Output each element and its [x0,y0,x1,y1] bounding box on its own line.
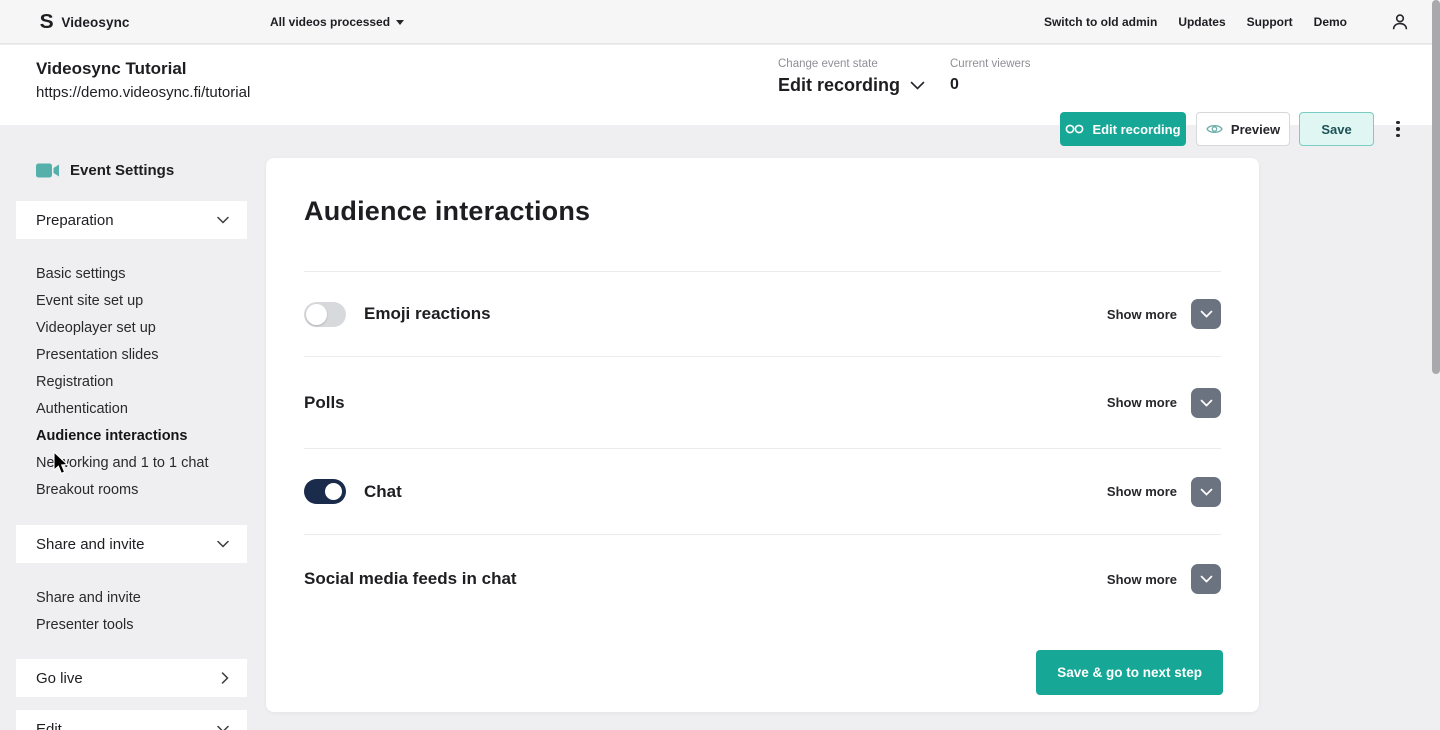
current-viewers-count: 0 [950,76,1031,94]
chevron-down-icon [217,540,229,548]
edit-recording-button[interactable]: Edit recording [1060,112,1186,146]
link-updates[interactable]: Updates [1178,15,1225,29]
event-header: Videosync Tutorial https://demo.videosyn… [0,45,1440,125]
feature-row-chat: Chat Show more [304,449,1221,535]
audience-interactions-panel: Audience interactions Emoji reactions Sh… [266,158,1259,712]
expand-chevron-button[interactable] [1191,564,1221,594]
expand-chevron-button[interactable] [1191,388,1221,418]
event-url: https://demo.videosync.fi/tutorial [36,84,250,101]
sidebar-item-presenter-tools[interactable]: Presenter tools [36,612,247,639]
show-more-link[interactable]: Show more [1107,395,1177,410]
caret-down-icon [396,20,404,25]
event-title-block: Videosync Tutorial https://demo.videosyn… [36,59,250,101]
scrollbar-thumb[interactable] [1432,0,1440,374]
header-buttons: Edit recording Preview Save [1060,112,1407,146]
event-state-label: Change event state [778,58,925,70]
videosync-logo-icon: S [40,12,54,32]
show-more-link[interactable]: Show more [1107,307,1177,322]
feature-label: Polls [304,393,345,413]
event-title: Videosync Tutorial [36,59,250,79]
show-more-link[interactable]: Show more [1107,484,1177,499]
sidebar-item-share-and-invite[interactable]: Share and invite [36,585,247,612]
chevron-down-icon [1200,399,1213,407]
chevron-down-icon [217,216,229,224]
videos-status-label: All videos processed [270,15,390,29]
current-viewers-label: Current viewers [950,58,1031,70]
chat-toggle[interactable] [304,479,346,504]
expand-chevron-button[interactable] [1191,477,1221,507]
save-button[interactable]: Save [1299,112,1374,146]
section-share-and-invite[interactable]: Share and invite [16,525,247,563]
feature-label: Social media feeds in chat [304,569,517,589]
preparation-items: Basic settings Event site set up Videopl… [16,261,247,504]
event-settings-title: Event Settings [70,162,174,179]
event-settings-header: Event Settings [36,162,247,179]
sidebar-item-authentication[interactable]: Authentication [36,396,247,423]
video-camera-icon [36,163,60,178]
link-demo[interactable]: Demo [1314,15,1347,29]
page-title: Audience interactions [304,158,1221,227]
eye-icon [1206,123,1223,135]
feature-label: Chat [364,482,402,502]
sidebar-item-event-site-set-up[interactable]: Event site set up [36,288,247,315]
sidebar-item-breakout-rooms[interactable]: Breakout rooms [36,477,247,504]
chevron-right-icon [221,672,229,684]
brand-name: Videosync [61,15,129,30]
chevron-down-icon [910,81,925,90]
chevron-down-icon [1200,310,1213,318]
section-preparation[interactable]: Preparation [16,201,247,239]
topbar-links: Switch to old admin Updates Support Demo [1044,0,1410,44]
sidebar-item-videoplayer-set-up[interactable]: Videoplayer set up [36,315,247,342]
videos-status-dropdown[interactable]: All videos processed [270,0,404,44]
link-support[interactable]: Support [1247,15,1293,29]
sidebar-item-audience-interactions[interactable]: Audience interactions [36,423,247,450]
sidebar-item-registration[interactable]: Registration [36,369,247,396]
chevron-down-icon [217,725,229,730]
sidebar-item-networking-1to1-chat[interactable]: Networking and 1 to 1 chat [36,450,247,477]
expand-chevron-button[interactable] [1191,299,1221,329]
current-viewers-block: Current viewers 0 [950,58,1031,94]
section-go-live[interactable]: Go live [16,659,247,697]
share-items: Share and invite Presenter tools [16,585,247,639]
top-bar: S Videosync All videos processed Switch … [0,0,1440,44]
chevron-down-icon [1200,575,1213,583]
event-state-block: Change event state Edit recording [778,58,925,96]
event-state-dropdown[interactable]: Edit recording [778,75,925,96]
event-state-value: Edit recording [778,75,900,96]
section-edit[interactable]: Edit [16,710,247,730]
feature-row-polls: Polls Show more [304,357,1221,449]
sidebar-item-presentation-slides[interactable]: Presentation slides [36,342,247,369]
sidebar-item-basic-settings[interactable]: Basic settings [36,261,247,288]
save-and-next-step-button[interactable]: Save & go to next step [1036,650,1223,695]
chevron-down-icon [1200,488,1213,496]
show-more-link[interactable]: Show more [1107,572,1177,587]
feature-row-social-media-feeds: Social media feeds in chat Show more [304,535,1221,623]
emoji-reactions-toggle[interactable] [304,302,346,327]
link-switch-old-admin[interactable]: Switch to old admin [1044,15,1157,29]
feature-label: Emoji reactions [364,304,491,324]
more-options-kebab-icon[interactable] [1389,112,1407,146]
videosync-logo[interactable]: S Videosync [40,0,130,44]
record-icon [1065,124,1084,134]
feature-row-emoji-reactions: Emoji reactions Show more [304,272,1221,357]
account-person-icon[interactable] [1390,12,1410,32]
preview-button[interactable]: Preview [1196,112,1290,146]
sidebar: Event Settings Preparation Basic setting… [16,145,247,730]
